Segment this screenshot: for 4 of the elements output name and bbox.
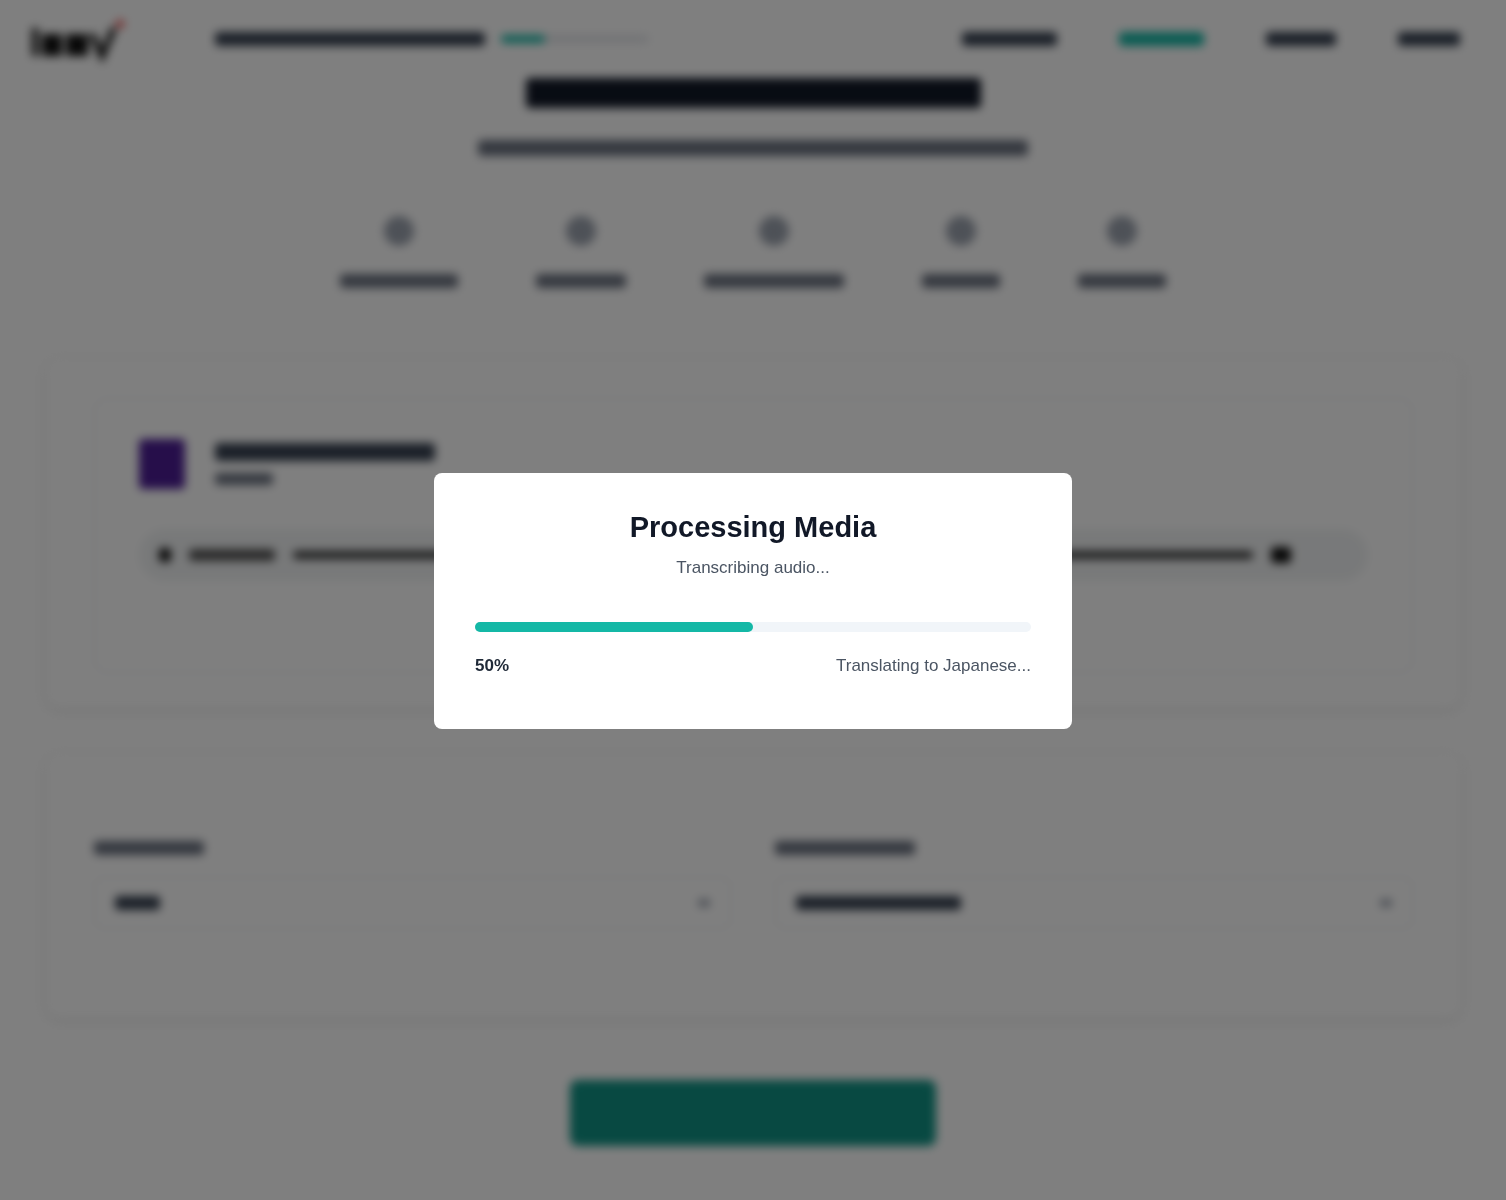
status-text: Transcribing audio... — [676, 558, 830, 578]
progress-detail: Translating to Japanese... — [836, 656, 1031, 676]
dialog-title: Processing Media — [629, 511, 877, 544]
progress-percent: 50% — [475, 656, 510, 676]
